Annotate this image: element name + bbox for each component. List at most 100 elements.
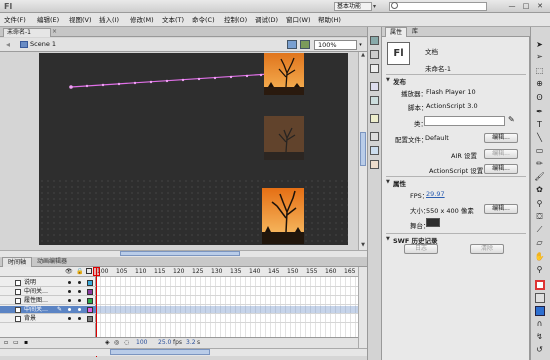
selection-tool-icon[interactable]: ➤ [534,40,545,50]
layer-name[interactable]: 背景 [24,315,36,323]
eraser-tool-icon[interactable]: ▱ [534,238,545,248]
menu-text[interactable]: 文本(T) [162,15,184,25]
hand-tool-icon[interactable]: ✋ [534,252,545,262]
pencil-tool-icon[interactable]: ✏ [534,159,545,169]
section-attributes[interactable]: 属性 [393,178,406,188]
brush-tool-icon[interactable]: 🖌 [534,172,545,182]
edit-actionscript-button[interactable]: 编辑... [484,164,518,174]
edit-scene-icon[interactable] [287,40,297,49]
eyedropper-tool-icon[interactable]: ⟋ [534,225,545,235]
stage-color-swatch[interactable] [426,218,440,227]
text-tool-icon[interactable]: T [534,120,545,130]
menu-edit[interactable]: 编辑(E) [37,15,59,25]
onion-outline-icon[interactable]: ◌ [124,339,129,346]
close-button[interactable]: ✕ [533,1,547,11]
stroke-color-swatch[interactable] [535,280,545,290]
sunset-tree-image-top[interactable] [264,53,304,95]
visibility-dot[interactable] [68,281,71,284]
chevron-down-icon[interactable]: ▾ [356,40,364,50]
swatches-panel-icon[interactable] [370,50,379,59]
tab-timeline[interactable]: 时间轴 [2,257,32,267]
new-folder-icon[interactable]: ▭ [13,339,19,346]
paint-bucket-tool-icon[interactable]: ⛋ [534,212,545,222]
delete-layer-icon[interactable]: ▪ [24,339,28,346]
maximize-button[interactable]: □ [519,1,533,11]
menu-command[interactable]: 命令(C) [192,15,215,25]
bone-tool-icon[interactable]: ⚲ [534,199,545,209]
layer-row[interactable]: 中间关… [0,288,96,296]
rectangle-tool-icon[interactable]: ▭ [534,146,545,156]
scroll-up-arrow-icon[interactable]: ▲ [359,52,367,59]
minimize-button[interactable]: — [505,1,519,11]
lock-dot[interactable] [78,317,81,320]
visibility-dot[interactable] [68,308,71,311]
class-input[interactable] [424,116,505,126]
menu-modify[interactable]: 修改(M) [130,15,154,25]
edit-symbol-icon[interactable] [300,40,310,49]
tab-properties[interactable]: 属性 [385,27,407,37]
chevron-down-icon[interactable]: ▾ [373,3,376,10]
tab-motion-editor[interactable]: 动画编辑器 [32,257,72,267]
straighten-icon[interactable]: ↺ [534,345,545,355]
menu-window[interactable]: 窗口(W) [286,15,311,25]
smooth-icon[interactable]: ↯ [534,332,545,342]
lock-dot[interactable] [78,281,81,284]
lock-dot[interactable] [78,308,81,311]
menu-debug[interactable]: 调试(D) [255,15,278,25]
fps-value[interactable]: 29.97 [426,190,445,198]
actions-panel-icon[interactable] [370,114,379,123]
new-layer-icon[interactable]: ▫ [4,339,8,346]
lock-dot[interactable] [78,290,81,293]
outline-icon[interactable] [86,268,92,274]
sunset-tree-image-bottom[interactable] [262,182,304,244]
lock-dot[interactable] [78,299,81,302]
lasso-tool-icon[interactable]: ʘ [534,93,545,103]
layer-name[interactable]: 说明 [24,279,36,287]
layer-row[interactable]: 背景 [0,315,96,323]
layer-color-swatch[interactable] [87,280,93,286]
frame-row-selected[interactable] [96,306,358,314]
layer-name[interactable]: 中间关… [24,306,48,314]
menu-view[interactable]: 视图(V) [69,15,92,25]
scrollbar-thumb[interactable] [120,251,240,256]
help-search-input[interactable] [389,2,487,11]
timeline-vertical-scrollbar[interactable] [358,267,367,348]
center-frame-icon[interactable]: ◈ [105,339,110,346]
collapse-triangle-icon[interactable]: ▼ [386,179,390,185]
components-panel-icon[interactable] [370,132,379,141]
edit-size-button[interactable]: 编辑... [484,204,518,214]
player-value[interactable]: Flash Player 10 [426,88,476,96]
clear-button[interactable]: 清除 [470,244,504,254]
scrollbar-thumb[interactable] [360,132,366,166]
back-arrow-icon[interactable]: ◂ [6,40,10,49]
eye-icon[interactable]: 👁 [65,268,73,275]
layer-color-swatch[interactable] [87,289,93,295]
color-panel-icon[interactable] [370,36,379,45]
collapse-triangle-icon[interactable]: ▼ [386,236,390,242]
sunset-tree-image-faded[interactable] [264,116,304,160]
edit-profile-button[interactable]: 编辑... [484,133,518,143]
section-publish[interactable]: 发布 [393,76,406,86]
transform-panel-icon[interactable] [370,96,379,105]
info-panel-icon[interactable] [370,82,379,91]
log-button[interactable]: 日志 [404,244,438,254]
scrollbar-thumb[interactable] [110,349,210,355]
zoom-tool-icon[interactable]: ⚲ [534,265,545,275]
menu-file[interactable]: 文件(F) [4,15,26,25]
menu-help[interactable]: 帮助(H) [318,15,341,25]
align-panel-icon[interactable] [370,64,379,73]
onion-skin-icon[interactable]: ◎ [114,339,119,346]
layer-color-swatch[interactable] [87,316,93,322]
layer-name[interactable]: 履性图… [24,297,48,305]
scroll-down-arrow-icon[interactable]: ▼ [359,242,367,249]
layer-row[interactable]: 说明 [0,279,96,287]
layer-color-swatch[interactable] [87,298,93,304]
tab-library[interactable]: 库 [408,27,422,37]
document-tab[interactable]: 未命名-1 [3,28,51,37]
visibility-dot[interactable] [68,317,71,320]
free-transform-tool-icon[interactable]: ⬚ [534,66,545,76]
swap-colors-icon[interactable] [535,306,545,316]
frame-row[interactable] [96,288,358,296]
visibility-dot[interactable] [68,299,71,302]
workspace-switcher[interactable]: 基本功能 [334,2,372,11]
